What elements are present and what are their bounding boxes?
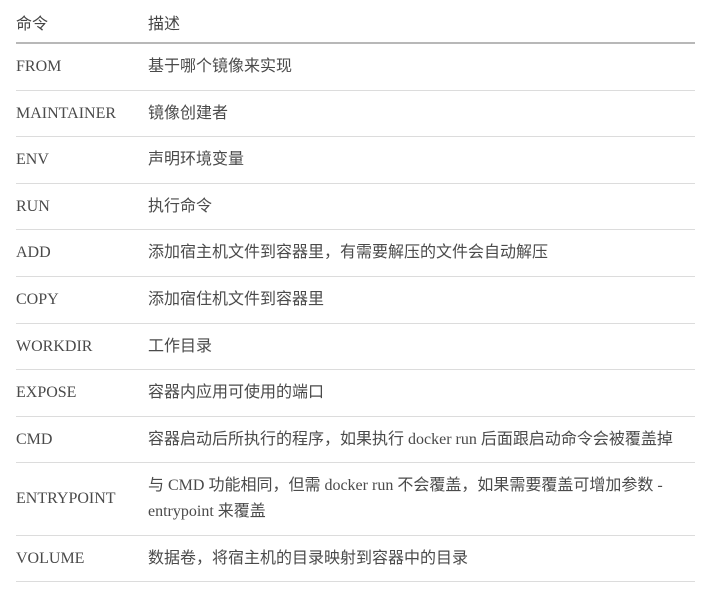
- cell-description: 声明环境变量: [148, 137, 695, 184]
- cell-description: 基于哪个镜像来实现: [148, 43, 695, 90]
- table-row: EXPOSE容器内应用可使用的端口: [16, 370, 695, 417]
- cell-command: VOLUME: [16, 535, 148, 582]
- cell-command: ADD: [16, 230, 148, 277]
- cell-description: 容器启动后所执行的程序，如果执行 docker run 后面跟启动命令会被覆盖掉: [148, 416, 695, 463]
- table-row: ADD添加宿主机文件到容器里，有需要解压的文件会自动解压: [16, 230, 695, 277]
- table-body: FROM基于哪个镜像来实现 MAINTAINER镜像创建者 ENV声明环境变量 …: [16, 43, 695, 582]
- cell-description: 镜像创建者: [148, 90, 695, 137]
- cell-description: 数据卷，将宿主机的目录映射到容器中的目录: [148, 535, 695, 582]
- cell-command: RUN: [16, 183, 148, 230]
- cell-description: 添加宿主机文件到容器里，有需要解压的文件会自动解压: [148, 230, 695, 277]
- table-row: VOLUME数据卷，将宿主机的目录映射到容器中的目录: [16, 535, 695, 582]
- header-description: 描述: [148, 4, 695, 43]
- dockerfile-commands-table: 命令 描述 FROM基于哪个镜像来实现 MAINTAINER镜像创建者 ENV声…: [16, 4, 695, 582]
- cell-description: 工作目录: [148, 323, 695, 370]
- cell-command: MAINTAINER: [16, 90, 148, 137]
- table-row: ENV声明环境变量: [16, 137, 695, 184]
- table-row: ENTRYPOINT与 CMD 功能相同，但需 docker run 不会覆盖，…: [16, 463, 695, 535]
- cell-command: WORKDIR: [16, 323, 148, 370]
- table-row: MAINTAINER镜像创建者: [16, 90, 695, 137]
- cell-command: ENV: [16, 137, 148, 184]
- cell-command: FROM: [16, 43, 148, 90]
- cell-command: EXPOSE: [16, 370, 148, 417]
- header-command: 命令: [16, 4, 148, 43]
- cell-command: CMD: [16, 416, 148, 463]
- cell-description: 添加宿住机文件到容器里: [148, 276, 695, 323]
- table-row: COPY添加宿住机文件到容器里: [16, 276, 695, 323]
- cell-description: 容器内应用可使用的端口: [148, 370, 695, 417]
- cell-description: 执行命令: [148, 183, 695, 230]
- table-header-row: 命令 描述: [16, 4, 695, 43]
- table-row: FROM基于哪个镜像来实现: [16, 43, 695, 90]
- cell-command: COPY: [16, 276, 148, 323]
- table-row: WORKDIR工作目录: [16, 323, 695, 370]
- table-row: RUN执行命令: [16, 183, 695, 230]
- table-row: CMD容器启动后所执行的程序，如果执行 docker run 后面跟启动命令会被…: [16, 416, 695, 463]
- cell-description: 与 CMD 功能相同，但需 docker run 不会覆盖，如果需要覆盖可增加参…: [148, 463, 695, 535]
- cell-command: ENTRYPOINT: [16, 463, 148, 535]
